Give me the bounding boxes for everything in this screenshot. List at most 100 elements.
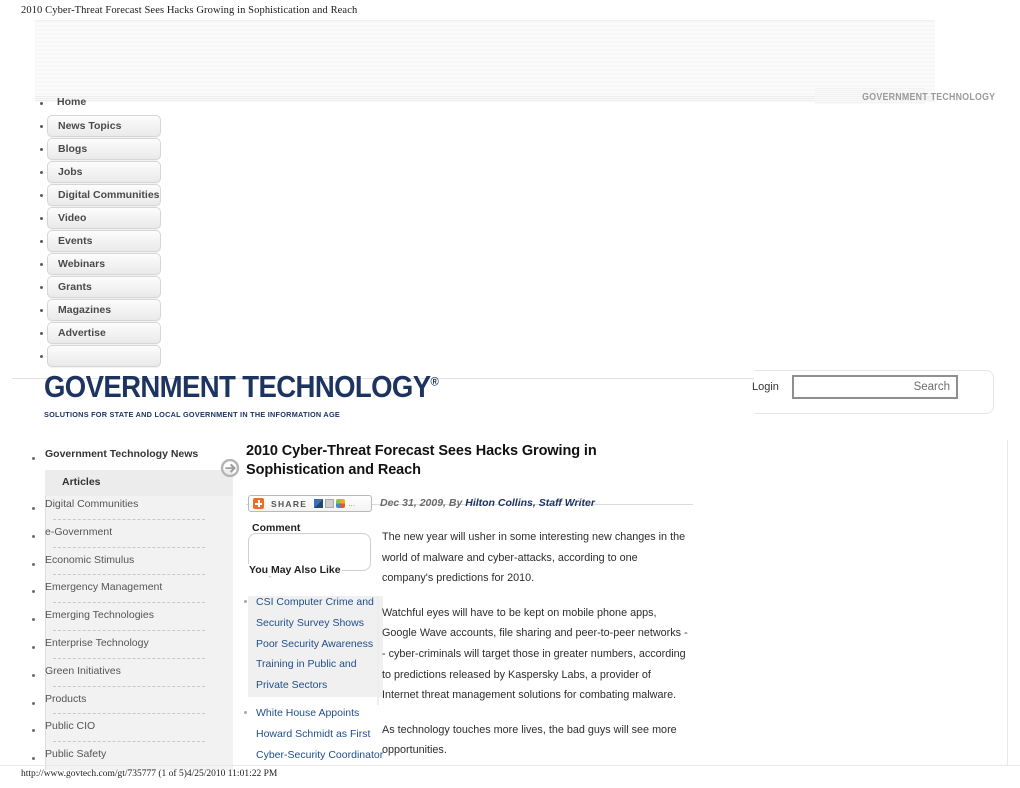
nav-item-jobs[interactable]: Jobs [36, 161, 161, 184]
windows-share-icon[interactable] [314, 499, 324, 508]
sidebar-separator [53, 602, 205, 604]
category-sidebar: Government Technology News Articles Digi… [27, 448, 233, 770]
bullet-icon [32, 646, 35, 649]
bullet-icon [40, 171, 43, 174]
sidebar-item-label: Public Safety [45, 748, 107, 761]
bullet-icon [40, 102, 43, 105]
nav-item-home[interactable]: Home [36, 92, 161, 115]
print-page-header: 2010 Cyber-Threat Forecast Sees Hacks Gr… [21, 5, 358, 16]
sidebar-item-articles[interactable]: Articles [45, 470, 233, 496]
bullet-icon [40, 263, 43, 266]
more-share-icon[interactable]: ... [348, 499, 355, 507]
bullet-icon [244, 710, 247, 714]
content-frame-right-border [1007, 440, 1008, 765]
nav-item-label: Jobs [47, 161, 161, 183]
search-box[interactable] [792, 375, 958, 399]
share-label: SHARE [271, 498, 308, 509]
registered-mark-icon: ® [430, 375, 439, 390]
bullet-icon [40, 355, 43, 358]
bullet-icon [40, 240, 43, 243]
sidebar-item-label: Emergency Management [45, 581, 163, 594]
bullet-icon [40, 286, 43, 289]
nav-item-news-topics[interactable]: News Topics [36, 115, 161, 138]
sidebar-item-label: Public CIO [45, 720, 96, 733]
share-button[interactable]: SHARE ... [248, 495, 372, 512]
top-banner-placeholder [35, 20, 935, 102]
search-input[interactable] [794, 377, 956, 397]
site-logo-text: GOVERNMENT TECHNOLOGY® [44, 370, 439, 405]
print-share-icon[interactable] [325, 499, 335, 508]
bullet-icon [40, 148, 43, 151]
footer-url: http://www.govtech.com/gt/735777 (1 of 5… [21, 769, 278, 779]
related-link[interactable]: White House Appoints Howard Schmidt as F… [256, 703, 386, 765]
site-logo[interactable]: GOVERNMENT TECHNOLOGY® SOLUTIONS FOR STA… [44, 370, 439, 419]
article-body: The new year will usher in some interest… [382, 527, 688, 775]
google-share-icon[interactable] [336, 499, 346, 508]
related-link-item[interactable]: White House Appoints Howard Schmidt as F… [240, 703, 390, 765]
nav-item-webinars[interactable]: Webinars [36, 253, 161, 276]
nav-item-video[interactable]: Video [36, 207, 161, 230]
sidebar-item-label: Enterprise Technology [45, 637, 149, 649]
byline-author[interactable]: Hilton Collins, Staff Writer [465, 497, 595, 509]
share-service-icons: ... [314, 499, 355, 508]
nav-item-label: Advertise [47, 322, 161, 344]
bullet-icon [32, 701, 35, 705]
bullet-icon [32, 673, 35, 677]
sidebar-separator [53, 713, 205, 715]
sidebar-item-label: Economic Stimulus [45, 553, 135, 566]
article-headline: 2010 Cyber-Threat Forecast Sees Hacks Gr… [246, 443, 597, 478]
nav-item-digital-communities[interactable]: Digital Communities [36, 184, 161, 207]
sidebar-item-label: Green Initiatives [45, 664, 121, 677]
sidebar-separator [53, 657, 205, 659]
sidebar-separator [53, 518, 205, 520]
sidebar-title: Government Technology News [45, 448, 199, 460]
bullet-icon [32, 729, 35, 733]
bullet-icon [40, 194, 43, 197]
sidebar-title-row: Government Technology News [27, 448, 217, 470]
sidebar-item-label: Emerging Technologies [45, 609, 154, 622]
nav-item-advertise[interactable]: Advertise [36, 322, 161, 345]
site-tagline: SOLUTIONS FOR STATE AND LOCAL GOVERNMENT… [44, 410, 340, 419]
nav-item-label: Grants [47, 276, 161, 298]
article-paragraph: As technology touches more lives, the ba… [382, 723, 677, 757]
sidebar-separator [53, 685, 205, 687]
byline-date: Dec 31, 2009, By [380, 497, 466, 509]
sidebar-item-label: Products [45, 692, 87, 705]
bullet-icon [244, 600, 247, 603]
nav-item-label: Video [47, 207, 161, 229]
nav-item-label: Home [57, 96, 87, 108]
nav-item-grants[interactable]: Grants [36, 276, 161, 299]
bullet-icon [40, 332, 43, 335]
bullet-icon [40, 125, 43, 128]
sidebar-item-articles-label: Articles [62, 476, 101, 488]
you-may-also-like-label: You May Also Like [248, 564, 342, 576]
sidebar-separator [53, 630, 205, 631]
site-logo-wordmark: GOVERNMENT TECHNOLOGY [44, 370, 431, 404]
nav-item-events[interactable]: Events [36, 230, 161, 253]
related-link[interactable]: CSI Computer Crime and Security Survey S… [256, 592, 386, 696]
corner-wordmark: GOVERNMENT TECHNOLOGY [861, 92, 995, 103]
sidebar-separator [53, 546, 205, 548]
sidebar-separator [53, 741, 205, 743]
bullet-icon [32, 507, 35, 510]
sidebar-item-label: Digital Communities [45, 498, 139, 510]
article-paragraph: The new year will usher in some interest… [382, 531, 686, 585]
related-links-list: CSI Computer Crime and Security Survey S… [240, 592, 390, 772]
related-link-item[interactable]: CSI Computer Crime and Security Survey S… [240, 592, 390, 696]
article-byline: Dec 31, 2009, By Hilton Collins, Staff W… [380, 497, 595, 509]
body-accent-line [377, 597, 379, 705]
nav-item-label: Magazines [47, 299, 161, 321]
footer-divider [0, 765, 1020, 766]
nav-item-label: Events [47, 230, 161, 252]
bullet-icon [32, 457, 35, 460]
nav-item-blank[interactable] [36, 345, 161, 368]
login-link[interactable]: Login [752, 381, 779, 393]
sidebar-separator [53, 574, 205, 576]
nav-item-magazines[interactable]: Magazines [36, 299, 161, 322]
bullet-icon [32, 534, 35, 538]
article-arrow-icon [220, 458, 240, 478]
nav-item-label: News Topics [47, 115, 161, 137]
nav-item-blogs[interactable]: Blogs [36, 138, 161, 161]
comment-label: Comment [252, 522, 301, 534]
addthis-plus-icon [253, 498, 264, 509]
